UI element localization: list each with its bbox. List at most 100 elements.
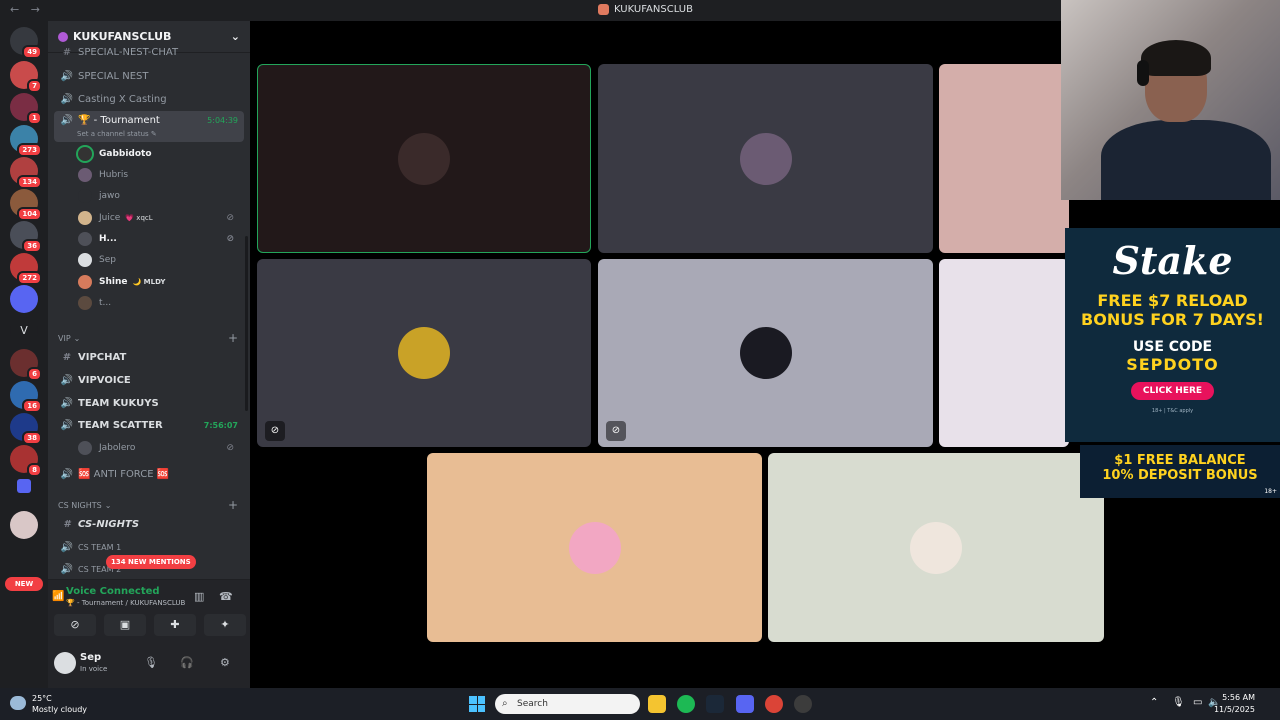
participant-tile[interactable] — [939, 259, 1069, 447]
taskbar-search[interactable]: ⌕ Search — [495, 694, 640, 714]
voice-member[interactable]: Sep — [78, 251, 244, 269]
speaker-icon: 🔊 — [60, 419, 74, 431]
channel-vipvoice[interactable]: 🔊 VIPVOICE — [54, 370, 244, 390]
server-icon-9[interactable]: 6 — [10, 349, 42, 381]
category-cs-nights[interactable]: CS NIGHTS ⌄ + — [58, 497, 244, 513]
microphone-icon[interactable]: 🎙 — [144, 656, 158, 669]
voice-member[interactable]: jawo — [78, 187, 244, 205]
voice-location[interactable]: 🏆 - Tournament / KUKUFANSCLUB — [66, 599, 185, 607]
chevron-up-icon[interactable]: ⌃ — [1150, 697, 1158, 708]
channel-status-setter[interactable]: Set a channel status ✎ — [77, 130, 157, 138]
participant-tile[interactable] — [257, 64, 591, 253]
voice-member[interactable]: Gabbidoto — [78, 145, 244, 163]
unread-badge: 49 — [22, 45, 42, 59]
weather-widget[interactable]: 25°C Mostly cloudy — [10, 693, 87, 715]
back-arrow-icon[interactable]: ← — [10, 3, 19, 16]
app-icon[interactable] — [794, 695, 812, 713]
network-icon[interactable]: ▭ — [1193, 697, 1202, 708]
server-icon-6[interactable]: 36 — [10, 221, 42, 253]
channel-special-nest[interactable]: 🔊 SPECIAL NEST — [54, 66, 244, 86]
server-icon-13[interactable] — [10, 511, 38, 539]
signal-icon[interactable]: 📶 — [52, 591, 64, 602]
participant-tile[interactable] — [768, 453, 1104, 642]
window-title-text: KUKUFANSCLUB — [614, 4, 693, 15]
avatar — [78, 211, 92, 225]
server-icon-12[interactable]: 8 — [10, 445, 42, 477]
screen-share-button[interactable]: ▣ — [104, 614, 146, 636]
headphones-icon[interactable]: 🎧 — [180, 656, 194, 669]
new-mentions-pill[interactable]: 134 NEW MENTIONS — [106, 555, 196, 569]
discord-server-icon[interactable] — [10, 285, 38, 313]
voice-connected-status[interactable]: Voice Connected — [66, 586, 160, 597]
soundboard-button[interactable]: ✦ — [204, 614, 246, 636]
spotify-icon[interactable] — [677, 695, 695, 713]
search-icon: ⌕ — [502, 698, 508, 709]
avatar — [78, 275, 92, 289]
voice-member[interactable]: t... — [78, 294, 244, 312]
voice-member[interactable]: Hubris — [78, 166, 244, 184]
category-vip[interactable]: VIP ⌄ + — [58, 330, 244, 346]
add-channel-icon[interactable]: + — [228, 498, 238, 512]
activities-button[interactable]: ✚ — [154, 614, 196, 636]
voice-member[interactable]: Jabolero ⊘ — [78, 439, 244, 457]
camera-off-button[interactable]: ⊘ — [54, 614, 96, 636]
add-channel-icon[interactable]: + — [228, 331, 238, 345]
unread-badge: 1 — [27, 111, 42, 125]
server-icon-1[interactable]: 7 — [10, 61, 42, 93]
banner-line-2: 10% DEPOSIT BONUS — [1102, 468, 1258, 483]
clock[interactable]: 5:56 AM 11/5/2025 — [1214, 692, 1255, 716]
participant-tile[interactable] — [427, 453, 762, 642]
participant-tile[interactable]: ⊘ — [257, 259, 591, 447]
server-icon-11[interactable]: 38 — [10, 413, 42, 445]
forward-arrow-icon[interactable]: → — [31, 3, 40, 16]
ad-click-button[interactable]: CLICK HERE — [1130, 382, 1215, 400]
home-button[interactable]: 49 — [10, 27, 42, 59]
server-icon-2[interactable]: 1 — [10, 93, 42, 125]
channel-cs-team-1[interactable]: 🔊 CS TEAM 1 — [54, 537, 244, 557]
folder-icon[interactable] — [17, 479, 31, 493]
user-name[interactable]: Sep — [80, 652, 101, 663]
file-explorer-icon[interactable] — [648, 695, 666, 713]
server-icon-3[interactable]: 273 — [10, 125, 42, 157]
participant-tile[interactable] — [598, 64, 933, 253]
server-icon-v[interactable]: V — [10, 317, 38, 345]
new-unreads-pill[interactable]: NEW — [5, 577, 43, 591]
text-channel-icon: # — [62, 46, 72, 58]
speaker-icon: 🔊 — [60, 70, 74, 82]
channel-team-scatter[interactable]: 🔊 TEAM SCATTER 7:56:07 — [54, 415, 244, 435]
server-icon-7[interactable]: 272 — [10, 253, 42, 285]
server-icon-kukufansclub[interactable]: 134 — [10, 157, 42, 189]
avatar — [78, 168, 92, 182]
server-icon-5[interactable]: 104 — [10, 189, 42, 221]
noise-suppression-icon[interactable]: ▥ — [194, 590, 204, 603]
voice-member[interactable]: Shine 🌙 MLDY — [78, 273, 244, 291]
guild-icon — [58, 31, 68, 42]
channel-special-nest-chat[interactable]: # SPECIAL-NEST-CHAT — [54, 45, 244, 59]
participant-tile[interactable] — [939, 64, 1069, 253]
chrome-icon[interactable] — [765, 695, 783, 713]
channel-cs-nights[interactable]: # CS-NIGHTS — [54, 514, 244, 534]
discord-icon[interactable] — [736, 695, 754, 713]
channel-casting[interactable]: 🔊 Casting X Casting — [54, 89, 244, 109]
camera-off-icon: ⊘ — [265, 421, 285, 441]
taskbar: 25°C Mostly cloudy ⌕ Search ⌃ 🎙 ▭ 🔈 5:56 … — [0, 688, 1280, 720]
stake-ad: Stake FREE $7 RELOAD BONUS FOR 7 DAYS! U… — [1065, 228, 1280, 442]
voice-member[interactable]: Juice 💗 xqcL ⊘ — [78, 209, 244, 227]
voice-member[interactable]: H... ⊘ — [78, 230, 244, 248]
gear-icon[interactable]: ⚙ — [220, 656, 230, 669]
ad-use-code: USE CODE — [1132, 339, 1213, 355]
avatar[interactable] — [54, 652, 76, 674]
channel-team-kukuys[interactable]: 🔊 TEAM KUKUYS — [54, 393, 244, 413]
avatar — [78, 147, 92, 161]
streamer-hair — [1141, 40, 1211, 76]
windows-start-icon[interactable] — [469, 696, 485, 712]
channel-list-scrollbar[interactable] — [245, 236, 248, 411]
server-icon-10[interactable]: 16 — [10, 381, 42, 413]
microphone-icon[interactable]: 🎙 — [1172, 697, 1185, 708]
steam-icon[interactable] — [706, 695, 724, 713]
channel-anti-force[interactable]: 🔊 🆘 ANTI FORCE 🆘 — [54, 464, 244, 484]
participant-tile[interactable]: ⊘ — [598, 259, 933, 447]
disconnect-icon[interactable]: ☎ — [219, 590, 233, 603]
channel-vipchat[interactable]: # VIPCHAT — [54, 347, 244, 367]
speaker-icon: 🔊 — [60, 115, 74, 126]
